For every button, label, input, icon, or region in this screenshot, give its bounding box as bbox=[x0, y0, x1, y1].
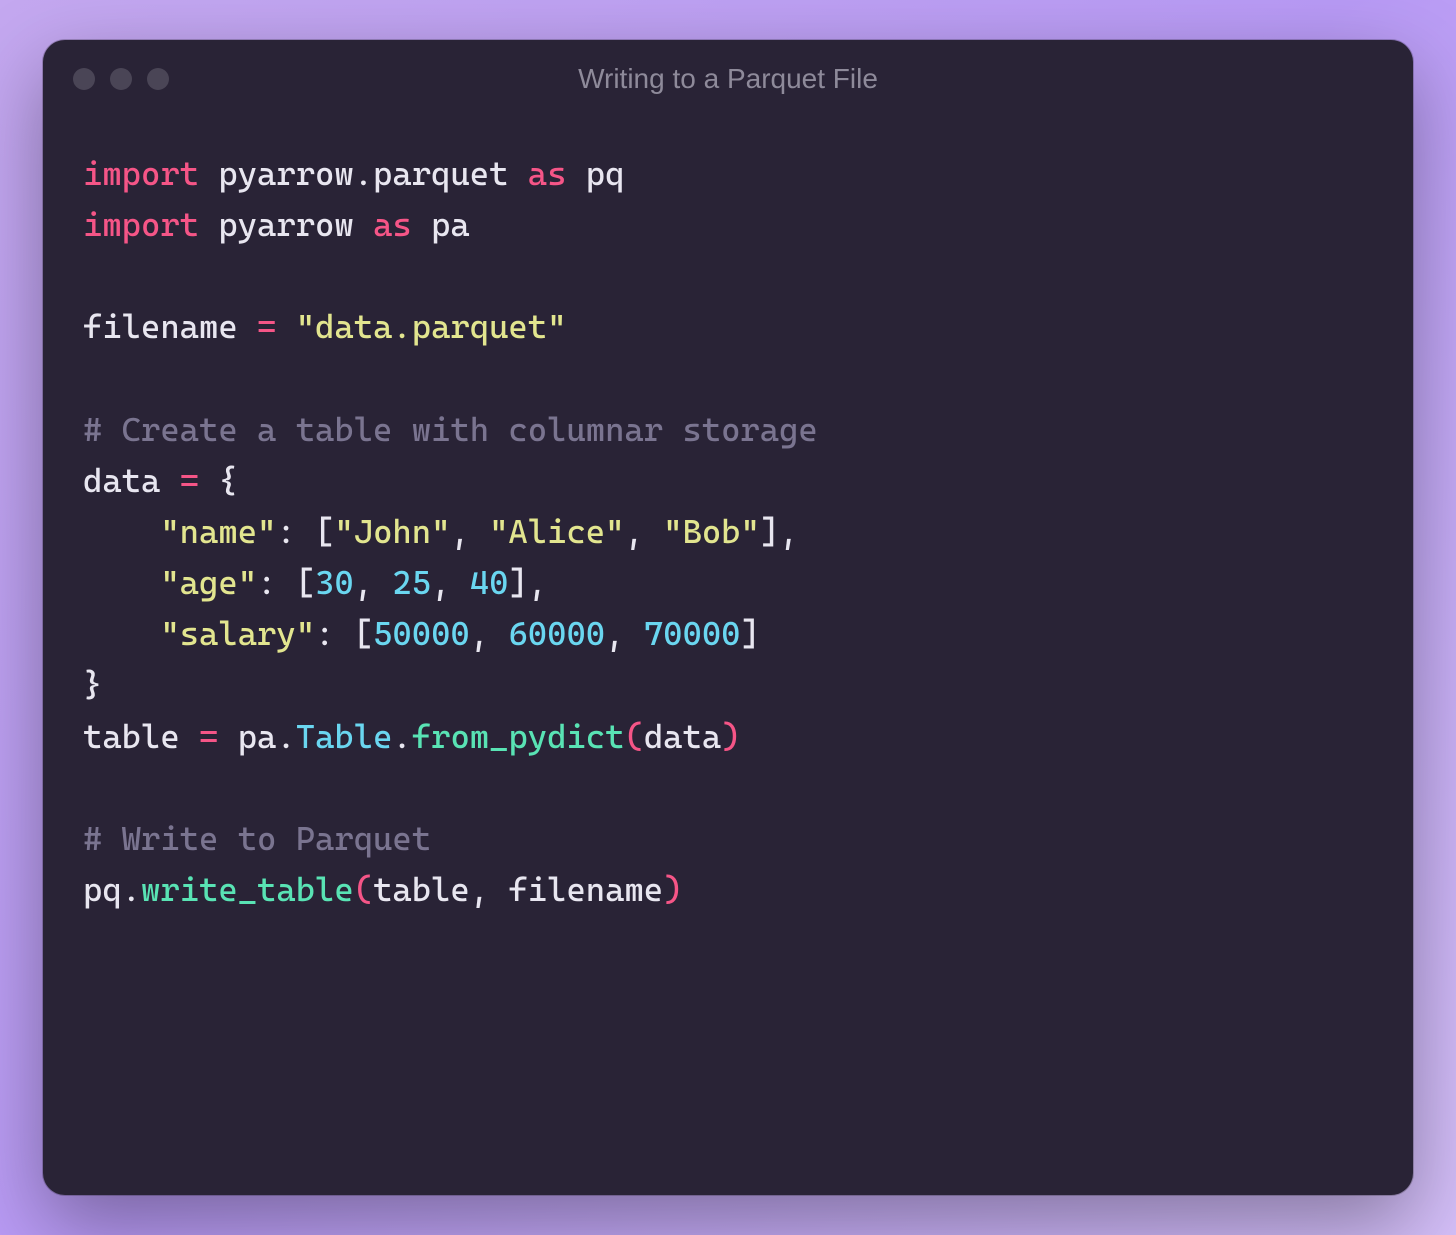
comment: # Create a table with columnar storage bbox=[83, 410, 818, 449]
bracket-close: ] bbox=[741, 614, 760, 653]
operator-eq: = bbox=[257, 307, 276, 346]
paren-close: ) bbox=[663, 870, 682, 909]
operator-eq: = bbox=[180, 461, 199, 500]
comma: , bbox=[450, 512, 469, 551]
dict-key: "age" bbox=[160, 563, 257, 602]
dict-key: "salary" bbox=[160, 614, 315, 653]
indent bbox=[83, 563, 160, 602]
dot: . bbox=[392, 717, 411, 756]
comma: , bbox=[605, 614, 624, 653]
close-icon[interactable] bbox=[73, 68, 95, 90]
comma: , bbox=[779, 512, 798, 551]
string-literal: "Alice" bbox=[489, 512, 624, 551]
code-window: Writing to a Parquet File import pyarrow… bbox=[43, 40, 1413, 1195]
operator-eq: = bbox=[199, 717, 218, 756]
variable: filename bbox=[83, 307, 238, 346]
number-literal: 60000 bbox=[508, 614, 605, 653]
paren-open: ( bbox=[354, 870, 373, 909]
code-block: import pyarrow.parquet as pq import pyar… bbox=[43, 118, 1413, 1195]
class-name: Table bbox=[296, 717, 393, 756]
argument: data bbox=[644, 717, 721, 756]
comma: , bbox=[470, 614, 489, 653]
dot: . bbox=[276, 717, 295, 756]
string-literal: "Bob" bbox=[663, 512, 760, 551]
comma: , bbox=[470, 870, 489, 909]
titlebar: Writing to a Parquet File bbox=[43, 40, 1413, 118]
keyword-as: as bbox=[373, 205, 412, 244]
module-name: pyarrow.parquet bbox=[218, 154, 508, 193]
brace-open: { bbox=[218, 461, 237, 500]
method-name: from_pydict bbox=[412, 717, 625, 756]
comma: , bbox=[624, 512, 643, 551]
keyword-import: import bbox=[83, 154, 199, 193]
number-literal: 30 bbox=[315, 563, 354, 602]
argument: table bbox=[373, 870, 470, 909]
number-literal: 70000 bbox=[644, 614, 741, 653]
alias: pq bbox=[586, 154, 625, 193]
zoom-icon[interactable] bbox=[147, 68, 169, 90]
comma: , bbox=[431, 563, 450, 602]
paren-close: ) bbox=[721, 717, 740, 756]
traffic-lights bbox=[73, 68, 169, 90]
indent bbox=[83, 614, 160, 653]
comment: # Write to Parquet bbox=[83, 819, 431, 858]
object: pa bbox=[238, 717, 277, 756]
paren-open: ( bbox=[624, 717, 643, 756]
alias: pa bbox=[431, 205, 470, 244]
string-literal: "John" bbox=[334, 512, 450, 551]
argument: filename bbox=[508, 870, 663, 909]
number-literal: 25 bbox=[392, 563, 431, 602]
string-literal: "data.parquet" bbox=[296, 307, 567, 346]
window-title: Writing to a Parquet File bbox=[43, 63, 1413, 95]
bracket-close: ] bbox=[508, 563, 527, 602]
bracket-open: [ bbox=[354, 614, 373, 653]
module-name: pyarrow bbox=[218, 205, 353, 244]
indent bbox=[83, 512, 160, 551]
dict-key: "name" bbox=[160, 512, 276, 551]
variable: table bbox=[83, 717, 180, 756]
bracket-open: [ bbox=[296, 563, 315, 602]
keyword-as: as bbox=[528, 154, 567, 193]
comma: , bbox=[354, 563, 373, 602]
bracket-open: [ bbox=[315, 512, 334, 551]
dot: . bbox=[122, 870, 141, 909]
colon: : bbox=[276, 512, 295, 551]
number-literal: 50000 bbox=[373, 614, 470, 653]
number-literal: 40 bbox=[470, 563, 509, 602]
bracket-close: ] bbox=[760, 512, 779, 551]
object: pq bbox=[83, 870, 122, 909]
colon: : bbox=[315, 614, 334, 653]
comma: , bbox=[528, 563, 547, 602]
colon: : bbox=[257, 563, 276, 602]
brace-close: } bbox=[83, 665, 102, 704]
method-name: write_table bbox=[141, 870, 354, 909]
variable: data bbox=[83, 461, 160, 500]
keyword-import: import bbox=[83, 205, 199, 244]
minimize-icon[interactable] bbox=[110, 68, 132, 90]
